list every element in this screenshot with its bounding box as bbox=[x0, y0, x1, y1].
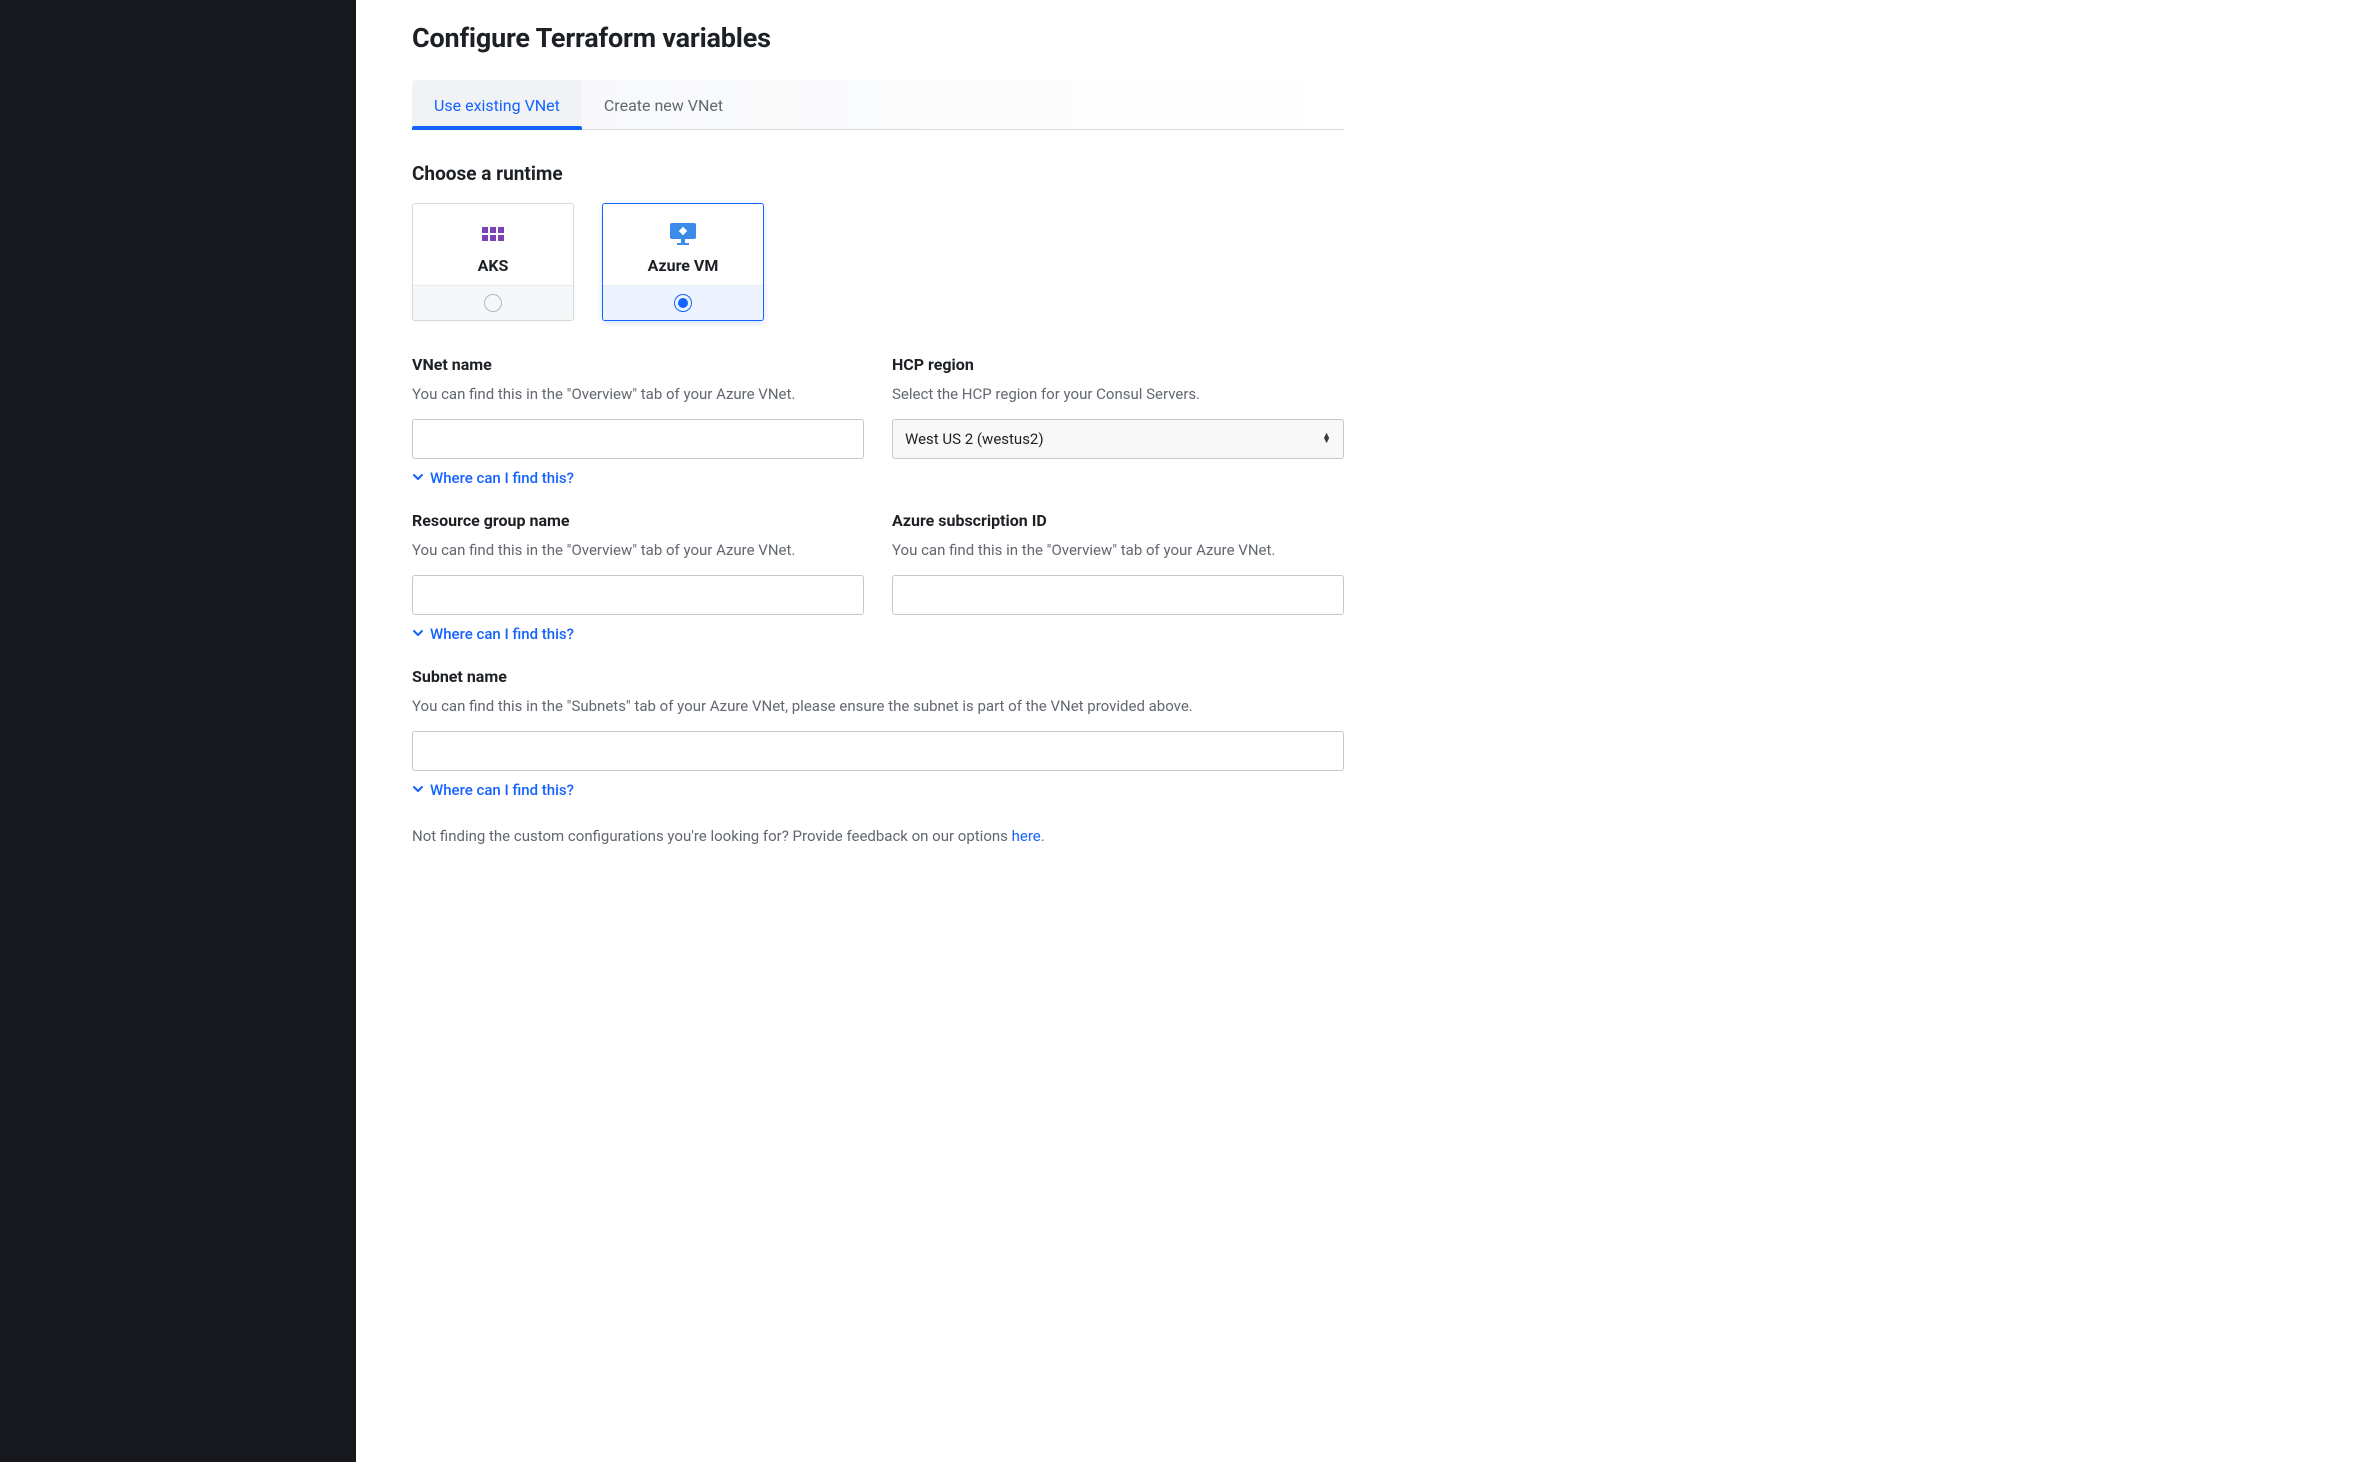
vnet-name-disclose-label: Where can I find this? bbox=[430, 469, 574, 487]
tab-create-new-vnet[interactable]: Create new VNet bbox=[582, 80, 745, 129]
runtime-option-aks[interactable]: AKS bbox=[412, 203, 574, 321]
main-content: Configure Terraform variables Use existi… bbox=[356, 0, 1400, 1462]
vnet-name-label: VNet name bbox=[412, 355, 864, 374]
field-resource-group: Resource group name You can find this in… bbox=[412, 511, 864, 643]
page-title: Configure Terraform variables bbox=[412, 22, 1344, 54]
feedback-prefix: Not finding the custom configurations yo… bbox=[412, 827, 1012, 845]
subnet-name-disclose-label: Where can I find this? bbox=[430, 781, 574, 799]
resource-group-disclose[interactable]: Where can I find this? bbox=[412, 625, 574, 643]
hcp-region-select[interactable]: West US 2 (westus2) ▲▼ bbox=[892, 419, 1344, 459]
subscription-id-input[interactable] bbox=[892, 575, 1344, 615]
field-subnet-name: Subnet name You can find this in the "Su… bbox=[412, 667, 1344, 799]
subnet-name-label: Subnet name bbox=[412, 667, 1344, 686]
runtime-radio-aks[interactable] bbox=[484, 294, 502, 312]
feedback-suffix: . bbox=[1041, 827, 1045, 845]
subnet-name-input[interactable] bbox=[412, 731, 1344, 771]
resource-group-input[interactable] bbox=[412, 575, 864, 615]
field-hcp-region: HCP region Select the HCP region for you… bbox=[892, 355, 1344, 487]
resource-group-disclose-label: Where can I find this? bbox=[430, 625, 574, 643]
runtime-label-azure-vm: Azure VM bbox=[611, 256, 755, 275]
subscription-id-help: You can find this in the "Overview" tab … bbox=[892, 540, 1344, 561]
resource-group-label: Resource group name bbox=[412, 511, 864, 530]
select-chevrons-icon: ▲▼ bbox=[1322, 434, 1331, 444]
vnet-name-help: You can find this in the "Overview" tab … bbox=[412, 384, 864, 405]
vnet-name-disclose[interactable]: Where can I find this? bbox=[412, 469, 574, 487]
resource-group-help: You can find this in the "Overview" tab … bbox=[412, 540, 864, 561]
vnet-tabs: Use existing VNet Create new VNet bbox=[412, 80, 1344, 130]
subscription-id-label: Azure subscription ID bbox=[892, 511, 1344, 530]
aks-icon bbox=[421, 220, 565, 248]
chevron-down-icon bbox=[412, 625, 424, 643]
feedback-text: Not finding the custom configurations yo… bbox=[412, 827, 1344, 845]
choose-runtime-title: Choose a runtime bbox=[412, 162, 1344, 185]
runtime-radio-azure-vm[interactable] bbox=[674, 294, 692, 312]
field-vnet-name: VNet name You can find this in the "Over… bbox=[412, 355, 864, 487]
runtime-option-azure-vm[interactable]: Azure VM bbox=[602, 203, 764, 321]
tab-use-existing-vnet[interactable]: Use existing VNet bbox=[412, 80, 582, 129]
hcp-region-label: HCP region bbox=[892, 355, 1344, 374]
field-subscription-id: Azure subscription ID You can find this … bbox=[892, 511, 1344, 643]
feedback-link[interactable]: here bbox=[1012, 827, 1041, 845]
vnet-name-input[interactable] bbox=[412, 419, 864, 459]
runtime-label-aks: AKS bbox=[421, 256, 565, 275]
chevron-down-icon bbox=[412, 781, 424, 799]
subnet-name-help: You can find this in the "Subnets" tab o… bbox=[412, 696, 1344, 717]
runtime-options: AKS Azure VM bbox=[412, 203, 1344, 321]
azure-vm-icon bbox=[611, 220, 755, 248]
sidebar bbox=[0, 0, 356, 1462]
hcp-region-help: Select the HCP region for your Consul Se… bbox=[892, 384, 1344, 405]
chevron-down-icon bbox=[412, 469, 424, 487]
subnet-name-disclose[interactable]: Where can I find this? bbox=[412, 781, 574, 799]
hcp-region-value: West US 2 (westus2) bbox=[905, 430, 1044, 448]
